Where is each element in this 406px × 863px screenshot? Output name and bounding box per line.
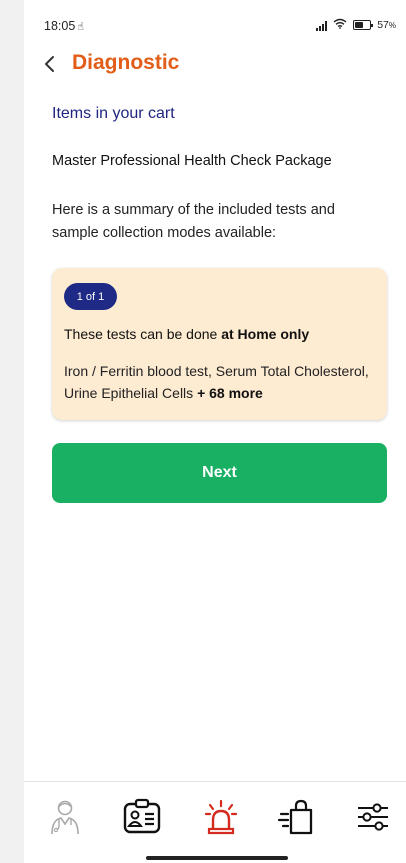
collection-mode-emphasis: at Home only: [221, 326, 310, 342]
nav-item-settings[interactable]: [350, 794, 396, 840]
settings-sliders-icon: [358, 803, 388, 831]
signal-icon: [316, 20, 328, 31]
test-summary-card: 1 of 1 These tests can be done at Home o…: [52, 268, 387, 420]
more-tests-link[interactable]: + 68 more: [197, 385, 263, 401]
nav-item-doctor[interactable]: [42, 794, 88, 840]
next-button[interactable]: Next: [52, 443, 387, 503]
page-title: Diagnostic: [72, 51, 180, 74]
shopping-bag-icon: [277, 799, 313, 835]
id-card-icon: [123, 798, 161, 834]
status-bar: 18:05 ☝ 57%: [24, 0, 406, 40]
status-time-text: 18:05: [44, 19, 76, 33]
back-button[interactable]: [38, 52, 62, 76]
battery-icon: [353, 20, 374, 30]
emergency-alarm-icon: [204, 799, 238, 835]
count-badge: 1 of 1: [64, 283, 117, 310]
touch-hand-icon: ☝: [77, 21, 84, 33]
app-screen: 18:05 ☝ 57% Diagnostic Items in your car…: [24, 0, 406, 863]
doctor-icon: [51, 800, 79, 835]
app-header: Diagnostic: [24, 50, 406, 80]
home-indicator[interactable]: [146, 856, 288, 860]
collection-mode-prefix: These tests can be done: [64, 326, 222, 342]
bottom-nav: [24, 794, 406, 844]
nav-item-emergency[interactable]: [198, 794, 244, 840]
status-indicators: 57%: [316, 18, 396, 32]
battery-percent: 57%: [377, 19, 396, 31]
nav-divider: [24, 781, 406, 782]
cart-section-title: Items in your cart: [52, 105, 175, 122]
nav-item-id-card[interactable]: [119, 794, 165, 840]
tests-list: Iron / Ferritin blood test, Serum Total …: [64, 360, 382, 404]
chevron-left-icon: [45, 56, 54, 72]
summary-text: Here is a summary of the included tests …: [52, 202, 335, 241]
package-name: Master Professional Health Check Package: [52, 153, 332, 169]
nav-item-shop[interactable]: [274, 794, 320, 840]
wifi-icon: [333, 18, 347, 32]
collection-mode-text: These tests can be done at Home only: [64, 326, 309, 342]
status-time: 18:05 ☝: [44, 19, 84, 33]
